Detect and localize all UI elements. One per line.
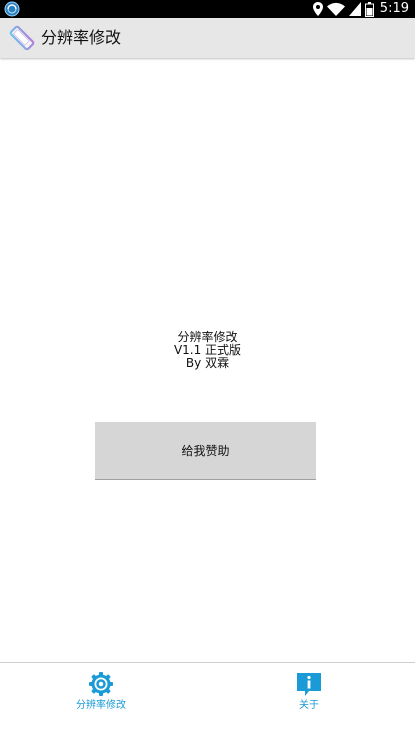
- app-info: 分辨率修改 V1.1 正式版 By 双霖: [0, 331, 415, 370]
- nav-item-resolution[interactable]: 分辨率修改: [41, 671, 161, 712]
- nav-label-about: 关于: [299, 700, 319, 711]
- status-bar: 5:19: [0, 0, 415, 18]
- status-time: 5:19: [379, 1, 409, 16]
- app-notification-icon: [4, 1, 20, 17]
- wifi-icon: [326, 2, 345, 16]
- page-title: 分辨率修改: [41, 28, 122, 47]
- nav-item-about[interactable]: 关于: [249, 671, 369, 712]
- status-icons: 5:19: [312, 0, 409, 18]
- rotate-phone-icon[interactable]: [8, 24, 36, 52]
- info-icon: [297, 673, 321, 696]
- location-icon: [312, 2, 323, 16]
- bottom-nav: 分辨率修改 关于: [0, 662, 415, 737]
- donate-button[interactable]: 给我赞助: [95, 422, 316, 480]
- nav-label-resolution: 分辨率修改: [76, 700, 126, 711]
- battery-icon: [364, 1, 374, 17]
- author-text: By 双霖: [185, 356, 230, 370]
- action-bar: 分辨率修改: [0, 18, 415, 58]
- signal-icon: [348, 2, 361, 16]
- gear-icon: [89, 672, 113, 696]
